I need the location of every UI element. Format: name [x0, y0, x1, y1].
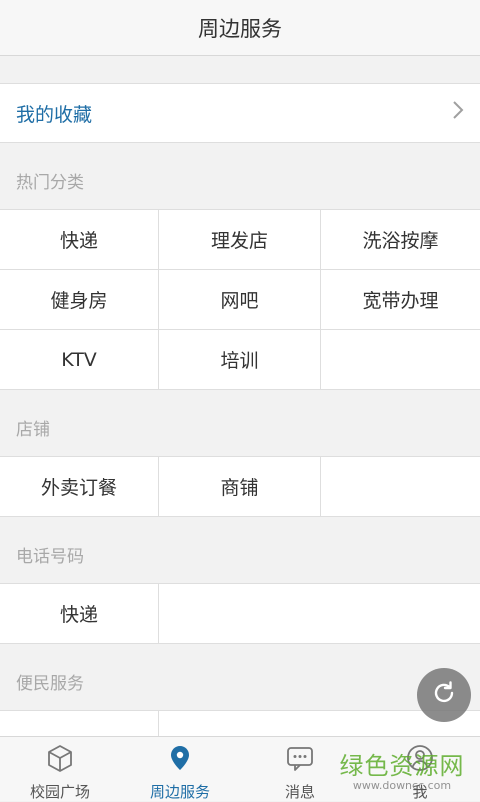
tab-messages[interactable]: 消息: [240, 737, 360, 801]
shop-takeout[interactable]: 外卖订餐: [0, 457, 159, 517]
section-title-hot: 热门分类: [16, 173, 84, 193]
tab-me[interactable]: 我: [360, 737, 480, 801]
hot-category-grid: 快递 理发店 洗浴按摩 健身房 网吧 宽带办理 KTV 培训: [0, 209, 480, 390]
tab-campus-square[interactable]: 校园广场: [0, 737, 120, 801]
section-title-shops: 店铺: [16, 420, 50, 440]
chevron-right-icon: [452, 100, 464, 126]
person-icon: [405, 743, 435, 773]
top-bar: 周边服务: [0, 0, 480, 56]
tab-label: 我: [412, 783, 428, 801]
convenience-item[interactable]: [0, 711, 159, 736]
location-pin-icon: [165, 743, 195, 773]
favorites-row[interactable]: 我的收藏: [0, 83, 480, 143]
refresh-icon: [429, 678, 459, 712]
shop-stores[interactable]: 商铺: [159, 457, 321, 517]
favorites-label: 我的收藏: [16, 103, 93, 126]
category-gym[interactable]: 健身房: [0, 270, 159, 330]
phone-express[interactable]: 快递: [0, 584, 159, 644]
category-express[interactable]: 快递: [0, 210, 159, 270]
refresh-button[interactable]: [417, 668, 471, 722]
message-icon: [285, 743, 315, 773]
tab-nearby-services[interactable]: 周边服务: [120, 737, 240, 801]
shop-empty: [321, 457, 480, 517]
category-training[interactable]: 培训: [159, 330, 321, 390]
phone-grid: 快递: [0, 583, 480, 644]
content-scroll[interactable]: 我的收藏 热门分类 快递 理发店 洗浴按摩 健身房 网吧 宽带办理 KTV 培训…: [0, 56, 480, 736]
section-title-convenience: 便民服务: [16, 674, 84, 694]
category-ktv[interactable]: KTV: [0, 330, 159, 390]
tab-label: 周边服务: [149, 783, 210, 801]
category-broadband[interactable]: 宽带办理: [321, 270, 480, 330]
page-title: 周边服务: [198, 16, 282, 41]
phone-empty: [159, 584, 480, 644]
category-empty: [321, 330, 480, 390]
category-barber[interactable]: 理发店: [159, 210, 321, 270]
category-bath-massage[interactable]: 洗浴按摩: [321, 210, 480, 270]
cube-icon: [45, 743, 75, 773]
category-internet-cafe[interactable]: 网吧: [159, 270, 321, 330]
shops-grid: 外卖订餐 商铺: [0, 456, 480, 517]
bottom-tab-bar: 校园广场 周边服务 消息 我: [0, 736, 480, 801]
tab-label: 消息: [284, 783, 315, 801]
convenience-grid: [0, 710, 480, 736]
tab-label: 校园广场: [29, 783, 90, 801]
section-title-phone: 电话号码: [16, 547, 84, 567]
